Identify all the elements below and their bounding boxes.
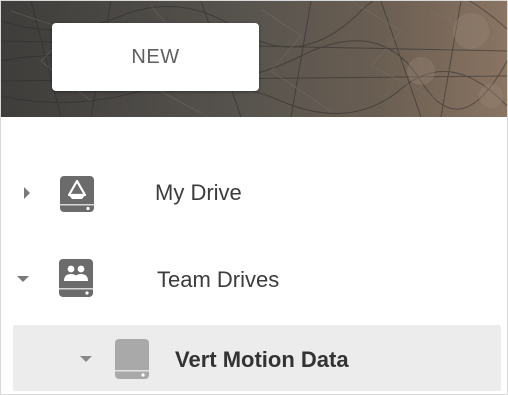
- caret-right-icon[interactable]: [20, 186, 34, 200]
- sidebar-item-label: Team Drives: [157, 267, 280, 292]
- sidebar-item-my-drive[interactable]: My Drive: [1, 161, 507, 225]
- sidebar-item-vert-motion-data[interactable]: Vert Motion Data: [13, 325, 501, 391]
- caret-down-icon[interactable]: [79, 352, 93, 366]
- sidebar-item-label: Vert Motion Data: [175, 347, 349, 372]
- header-banner: NEW: [1, 1, 507, 117]
- my-drive-icon: [56, 174, 98, 214]
- drive-sidebar: NEW My Drive Team Drives Vert Motion Dat…: [0, 0, 508, 395]
- team-drives-icon: [54, 257, 98, 299]
- caret-down-icon[interactable]: [16, 272, 30, 286]
- new-button[interactable]: NEW: [52, 23, 259, 91]
- team-drive-icon: [109, 337, 155, 381]
- sidebar-item-label: My Drive: [155, 180, 242, 205]
- sidebar-item-team-drives[interactable]: Team Drives: [1, 247, 507, 311]
